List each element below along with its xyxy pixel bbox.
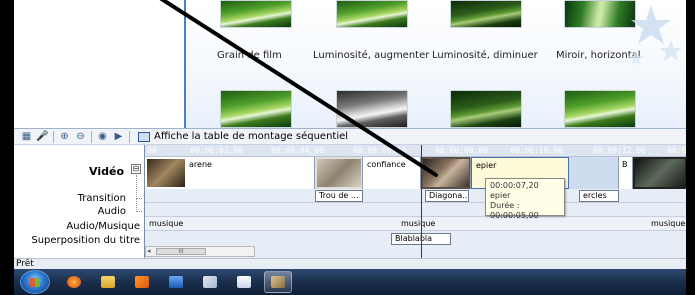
music-clip-label[interactable]: musique — [401, 219, 435, 228]
effects-grid: Grain de film Luminosité, augmenter Lumi… — [186, 0, 686, 128]
taskbar-document[interactable] — [230, 271, 258, 293]
effect-thumb-row2-4[interactable] — [564, 90, 636, 128]
video-clip-gap[interactable] — [569, 157, 619, 189]
effect-label-bright-up[interactable]: Luminosité, augmenter — [313, 50, 429, 61]
video-track[interactable]: arene confiance epier B — [145, 157, 686, 189]
ruler-tick: 00:00:08,00 — [435, 146, 488, 155]
clip-tooltip: 00:00:07,20 epier Durée : 00:00:05,00 — [485, 178, 565, 220]
music-track[interactable]: musique musique musique — [145, 217, 686, 231]
folder-icon — [101, 276, 115, 288]
track-area[interactable]: 00 00:00:02,00 00:00:04,00 00:00:06,00 0… — [144, 145, 686, 258]
clip-name: confiance — [367, 160, 406, 169]
zoom-out-icon[interactable]: ⊖ — [74, 130, 87, 143]
tooltip-clip-name: epier — [490, 191, 511, 200]
storyboard-icon — [138, 131, 150, 142]
effect-thumb-row2-3[interactable] — [450, 90, 522, 128]
ruler-tick: 00:00:12,00 — [593, 146, 646, 155]
video-clip-last[interactable] — [633, 157, 686, 189]
toolbar-separator — [53, 130, 54, 143]
clip-thumbnail — [147, 159, 185, 187]
effect-thumb-row2-2[interactable] — [336, 90, 408, 128]
movie-maker-window: Grain de film Luminosité, augmenter Lumi… — [14, 0, 686, 295]
music-clip-label[interactable]: musique — [149, 219, 183, 228]
clip-name: epier — [476, 161, 497, 170]
rewind-icon[interactable]: ◉ — [96, 130, 109, 143]
track-label-audio: Audio — [97, 206, 126, 217]
ruler-tick: 00:00:06,00 — [353, 146, 406, 155]
storyboard-label: Affiche la table de montage séquentiel — [154, 131, 349, 142]
firefox-icon — [67, 276, 81, 288]
track-label-audio-music: Audio/Musique — [66, 221, 140, 232]
windows-taskbar — [14, 269, 686, 295]
transition-cercles[interactable]: ercles — [579, 190, 619, 202]
timeline: Vidéo ⊟ Transition Audio Audio/Musique S… — [14, 145, 686, 258]
clip-name: arene — [189, 160, 212, 169]
media-player-icon — [135, 276, 149, 288]
transition-trou[interactable]: Trou de ... — [315, 190, 363, 202]
tree-connector — [136, 199, 142, 212]
scroll-left-icon[interactable]: ◂ — [147, 247, 151, 255]
effect-thumb-bright-up[interactable] — [336, 0, 408, 28]
transition-diagonal[interactable]: Diagona... — [425, 190, 469, 202]
timeline-scrollbar[interactable]: ◂ III — [145, 246, 255, 257]
ruler-tick: 00:00:02,00 — [190, 146, 243, 155]
track-label-video: Vidéo — [89, 165, 124, 178]
ruler-tick: 00:0 — [667, 146, 686, 155]
effect-label-bright-down[interactable]: Luminosité, diminuer — [432, 50, 538, 61]
ruler-tick: 00:00:10,00 — [510, 146, 563, 155]
set-audio-levels-icon[interactable]: ▦ — [20, 130, 33, 143]
narrate-timeline-icon[interactable]: 🎤 — [36, 130, 49, 143]
tooltip-time: 00:00:07,20 — [490, 181, 539, 190]
status-text: Prêt — [16, 259, 34, 269]
video-clip-arene[interactable]: arene — [145, 157, 315, 189]
movie-maker-icon — [271, 276, 285, 288]
music-clip-label[interactable]: musique — [651, 219, 685, 228]
taskbar-movie-maker[interactable] — [264, 271, 292, 293]
taskbar-media-player[interactable] — [128, 271, 156, 293]
track-label-title-overlay: Superposition du titre — [31, 235, 140, 246]
effect-thumb-row2-1[interactable] — [220, 90, 292, 128]
transition-track[interactable]: Trou de ... Diagona... ercles — [145, 189, 686, 203]
app-icon — [169, 276, 183, 288]
taskbar-explorer[interactable] — [94, 271, 122, 293]
audio-track[interactable] — [145, 203, 686, 217]
clip-thumbnail — [317, 159, 361, 187]
ruler-tick: 00:00:04,00 — [271, 146, 324, 155]
tree-connector — [136, 175, 142, 199]
effects-panel: Grain de film Luminosité, augmenter Lumi… — [14, 0, 686, 128]
track-label-column: Vidéo ⊟ Transition Audio Audio/Musique S… — [14, 145, 144, 258]
zoom-in-icon[interactable]: ⊕ — [58, 130, 71, 143]
play-icon[interactable]: ▶ — [112, 130, 125, 143]
video-clip-b[interactable]: B — [619, 157, 633, 189]
tooltip-duration: Durée : 00:00:05,00 — [490, 201, 539, 220]
video-clip-confiance[interactable]: confiance — [363, 157, 421, 189]
taskbar-paint[interactable] — [196, 271, 224, 293]
toolbar-separator — [129, 130, 130, 143]
taskbar-app[interactable] — [162, 271, 190, 293]
playhead[interactable] — [421, 145, 422, 258]
collapse-video-icon[interactable]: ⊟ — [131, 164, 141, 174]
clip-name: B — [622, 160, 628, 169]
track-label-transition: Transition — [77, 193, 126, 204]
video-clip-diagonal-frame[interactable] — [421, 157, 471, 189]
time-ruler[interactable]: 00 00:00:02,00 00:00:04,00 00:00:06,00 0… — [145, 145, 686, 157]
toolbar-separator — [91, 130, 92, 143]
start-button[interactable] — [20, 270, 50, 294]
ruler-tick: 00 — [147, 146, 157, 155]
effect-thumb-grain[interactable] — [220, 0, 292, 28]
scroll-thumb[interactable]: III — [156, 248, 206, 255]
clip-thumbnail — [423, 159, 469, 187]
paint-icon — [203, 276, 217, 288]
document-icon — [237, 276, 251, 288]
clip-thumbnail — [635, 159, 685, 187]
effect-thumb-bright-down[interactable] — [450, 0, 522, 28]
video-clip-transition-frame[interactable] — [315, 157, 363, 189]
decorative-stars-icon — [628, 5, 682, 66]
effect-label-grain[interactable]: Grain de film — [217, 50, 282, 61]
task-pane — [14, 0, 184, 128]
status-bar: Prêt — [14, 258, 686, 269]
show-storyboard-button[interactable]: Affiche la table de montage séquentiel — [138, 131, 348, 142]
taskbar-firefox[interactable] — [60, 271, 88, 293]
timeline-toolbar: ▦ 🎤 ⊕ ⊖ ◉ ▶ Affiche la table de montage … — [14, 128, 686, 145]
